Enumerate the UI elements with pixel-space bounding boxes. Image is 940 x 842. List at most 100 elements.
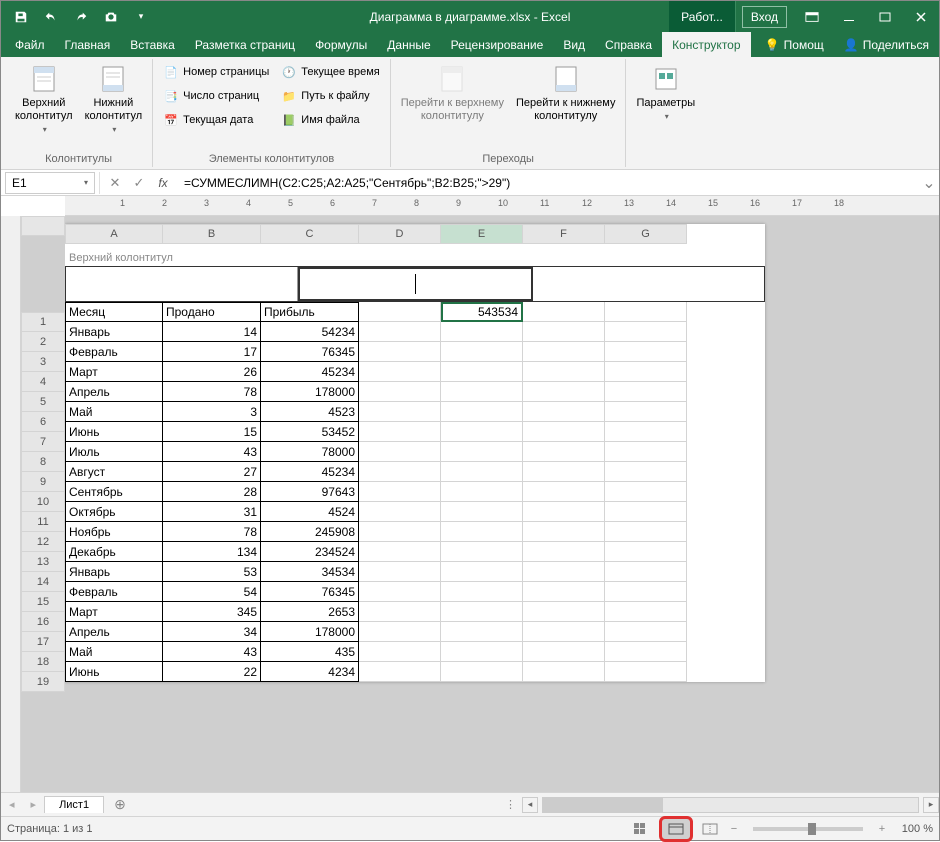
row-header[interactable]: 9 xyxy=(21,472,65,492)
cell[interactable]: 26 xyxy=(163,362,261,382)
hscroll-track[interactable] xyxy=(542,797,919,813)
cell[interactable]: Март xyxy=(65,602,163,622)
file-name-button[interactable]: 📗Имя файла xyxy=(277,109,383,131)
zoom-thumb[interactable] xyxy=(808,823,816,835)
row-header[interactable]: 8 xyxy=(21,452,65,472)
cell[interactable] xyxy=(441,522,523,542)
cell[interactable] xyxy=(441,662,523,682)
cell[interactable] xyxy=(441,462,523,482)
column-header[interactable]: A xyxy=(65,224,163,244)
header-button[interactable]: Верхний колонтитул▾ xyxy=(11,61,77,137)
cell[interactable]: 78000 xyxy=(261,442,359,462)
cell[interactable] xyxy=(441,422,523,442)
cell[interactable] xyxy=(605,522,687,542)
fx-button[interactable]: fx xyxy=(152,172,174,194)
cell[interactable]: Июль xyxy=(65,442,163,462)
cell[interactable] xyxy=(359,442,441,462)
row-header[interactable]: 10 xyxy=(21,492,65,512)
cell[interactable] xyxy=(359,342,441,362)
header-center-section[interactable] xyxy=(298,267,533,301)
row-header[interactable]: 2 xyxy=(21,332,65,352)
tab-insert[interactable]: Вставка xyxy=(120,32,185,57)
tab-home[interactable]: Главная xyxy=(55,32,121,57)
cell[interactable]: 34534 xyxy=(261,562,359,582)
vertical-ruler[interactable] xyxy=(1,216,21,792)
cell[interactable]: 27 xyxy=(163,462,261,482)
cell[interactable] xyxy=(441,442,523,462)
sheet-nav-prev[interactable]: ◂ xyxy=(1,798,23,811)
cell[interactable] xyxy=(605,442,687,462)
tab-review[interactable]: Рецензирование xyxy=(441,32,554,57)
cell[interactable]: 15 xyxy=(163,422,261,442)
cell[interactable]: Август xyxy=(65,462,163,482)
cell[interactable]: Февраль xyxy=(65,582,163,602)
cell[interactable]: Июнь xyxy=(65,662,163,682)
mode-indicator[interactable]: Работ... xyxy=(669,1,736,32)
cell[interactable]: 4234 xyxy=(261,662,359,682)
cell[interactable] xyxy=(359,302,441,322)
cell[interactable]: 245908 xyxy=(261,522,359,542)
row-header[interactable]: 3 xyxy=(21,352,65,372)
cell[interactable] xyxy=(359,402,441,422)
cell[interactable] xyxy=(441,382,523,402)
cell[interactable]: 76345 xyxy=(261,582,359,602)
cell[interactable] xyxy=(523,402,605,422)
cell[interactable]: 43 xyxy=(163,442,261,462)
row-header[interactable]: 15 xyxy=(21,592,65,612)
cell[interactable] xyxy=(441,322,523,342)
cell[interactable]: Май xyxy=(65,642,163,662)
select-all-corner[interactable] xyxy=(21,216,65,236)
cell[interactable] xyxy=(523,542,605,562)
cell[interactable] xyxy=(359,382,441,402)
formula-input[interactable] xyxy=(178,176,919,190)
cell[interactable] xyxy=(441,582,523,602)
column-header[interactable]: C xyxy=(261,224,359,244)
cell[interactable] xyxy=(359,582,441,602)
cell[interactable] xyxy=(359,422,441,442)
page-number-button[interactable]: 📄Номер страницы xyxy=(159,61,273,83)
cell[interactable] xyxy=(441,482,523,502)
cell[interactable] xyxy=(605,562,687,582)
tab-help[interactable]: Справка xyxy=(595,32,662,57)
hscroll-left[interactable]: ◂ xyxy=(522,797,538,813)
name-box[interactable]: E1▾ xyxy=(5,172,95,194)
cell[interactable] xyxy=(523,362,605,382)
cell[interactable]: 234524 xyxy=(261,542,359,562)
cell[interactable]: 45234 xyxy=(261,362,359,382)
cell[interactable]: 53 xyxy=(163,562,261,582)
row-header[interactable]: 7 xyxy=(21,432,65,452)
cell[interactable] xyxy=(605,322,687,342)
cell[interactable]: Ноябрь xyxy=(65,522,163,542)
cell[interactable]: 53452 xyxy=(261,422,359,442)
sheet-tab[interactable]: Лист1 xyxy=(44,796,104,813)
page-header-editor[interactable] xyxy=(65,266,765,302)
cell[interactable] xyxy=(359,322,441,342)
cell[interactable]: 134 xyxy=(163,542,261,562)
cell[interactable]: Март xyxy=(65,362,163,382)
cell[interactable] xyxy=(523,302,605,322)
hscroll-right[interactable]: ▸ xyxy=(923,797,939,813)
expand-formula-bar[interactable]: ⌄ xyxy=(919,173,939,193)
cell[interactable]: 3 xyxy=(163,402,261,422)
cell[interactable] xyxy=(359,662,441,682)
cell[interactable] xyxy=(523,382,605,402)
cell[interactable] xyxy=(523,522,605,542)
cell[interactable] xyxy=(605,362,687,382)
cell[interactable] xyxy=(359,362,441,382)
minimize-button[interactable] xyxy=(831,1,867,32)
save-button[interactable] xyxy=(7,3,35,31)
cell[interactable] xyxy=(359,462,441,482)
cancel-formula-button[interactable]: ✕ xyxy=(104,172,126,194)
sheet-nav-next[interactable]: ▸ xyxy=(23,798,45,811)
cell[interactable]: Июнь xyxy=(65,422,163,442)
cell[interactable]: Декабрь xyxy=(65,542,163,562)
cell[interactable] xyxy=(605,482,687,502)
cell[interactable]: Январь xyxy=(65,562,163,582)
ribbon-display-button[interactable] xyxy=(793,1,831,32)
row-header[interactable]: 14 xyxy=(21,572,65,592)
cell[interactable] xyxy=(359,522,441,542)
cell[interactable] xyxy=(441,402,523,422)
cell-grid[interactable]: МесяцПроданоПрибыль543534Январь1454234Фе… xyxy=(65,302,765,682)
cell[interactable] xyxy=(605,502,687,522)
row-header[interactable]: 5 xyxy=(21,392,65,412)
